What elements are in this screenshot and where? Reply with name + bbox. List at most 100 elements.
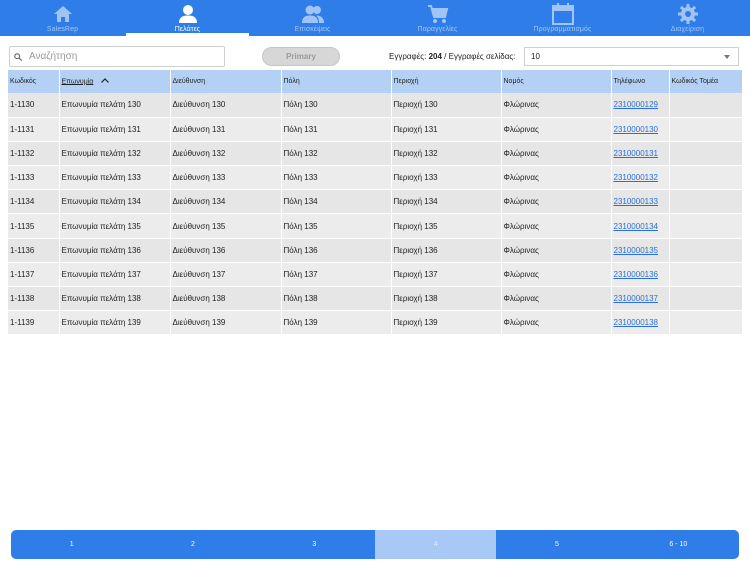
cell-code: 1-1135 bbox=[8, 213, 60, 239]
top-nav-bar: SalesRep Πελάτες Επισκέψεις Παραγγελίες … bbox=[0, 0, 750, 36]
table-row[interactable]: 1-1138 Επωνυμία πελάτη 138 Διεύθυνση 138… bbox=[8, 286, 742, 311]
cell-address: Διεύθυνση 134 bbox=[170, 189, 282, 214]
cell-name: Επωνυμία πελάτη 139 bbox=[59, 310, 171, 335]
home-icon bbox=[52, 3, 74, 25]
records-per-page-value: 10 bbox=[531, 52, 540, 61]
gear-icon bbox=[677, 3, 699, 25]
table-row[interactable]: 1-1135 Επωνυμία πελάτη 135 Διεύθυνση 135… bbox=[8, 213, 742, 239]
phone-link[interactable]: 2310000129 bbox=[614, 100, 659, 109]
column-header-label: Επωνυμία bbox=[61, 78, 94, 86]
table-row[interactable]: 1-1136 Επωνυμία πελάτη 136 Διεύθυνση 136… bbox=[8, 238, 742, 263]
cell-city: Πόλη 136 bbox=[281, 238, 392, 263]
toolbar: Primary Εγγραφές: 204 / Εγγραφές σελίδας… bbox=[0, 44, 750, 70]
cell-sector-code bbox=[669, 238, 742, 263]
cell-phone: 2310000130 bbox=[611, 117, 670, 142]
column-header-city[interactable]: Πόλη bbox=[281, 70, 392, 93]
column-header-label: Τηλέφωνο bbox=[613, 78, 646, 85]
phone-link[interactable]: 2310000138 bbox=[614, 318, 659, 327]
cell-code: 1-1138 bbox=[8, 286, 60, 311]
cell-phone: 2310000132 bbox=[611, 165, 670, 190]
table-row[interactable]: 1-1130 Επωνυμία πελάτη 130 Διεύθυνση 130… bbox=[8, 93, 742, 118]
search-box[interactable] bbox=[9, 46, 225, 67]
cell-area: Περιοχή 135 bbox=[391, 213, 502, 239]
phone-link[interactable]: 2310000136 bbox=[614, 270, 659, 279]
primary-button[interactable]: Primary bbox=[262, 47, 340, 66]
cell-name: Επωνυμία πελάτη 137 bbox=[59, 262, 171, 287]
nav-label: Προγραμματισμός bbox=[533, 26, 592, 33]
cell-sector-code bbox=[669, 310, 742, 335]
cell-sector-code bbox=[669, 262, 742, 287]
cell-sector-code bbox=[669, 141, 742, 166]
cell-prefecture: Φλώρινας bbox=[501, 262, 612, 287]
cell-name: Επωνυμία πελάτη 130 bbox=[59, 93, 171, 118]
cell-address: Διεύθυνση 138 bbox=[170, 286, 282, 311]
page-button-1[interactable]: 1 bbox=[11, 530, 132, 559]
nav-item-orders[interactable]: Παραγγελίες bbox=[375, 0, 500, 36]
records-label: Εγγραφές: bbox=[389, 52, 427, 61]
table-row[interactable]: 1-1132 Επωνυμία πελάτη 132 Διεύθυνση 132… bbox=[8, 141, 742, 166]
cell-sector-code bbox=[669, 189, 742, 214]
column-header-name[interactable]: Επωνυμία bbox=[59, 70, 171, 93]
records-summary: Εγγραφές: 204 / Εγγραφές σελίδας: bbox=[389, 52, 515, 61]
column-header-phone[interactable]: Τηλέφωνο bbox=[611, 70, 670, 93]
cell-phone: 2310000138 bbox=[611, 310, 670, 335]
page-button-4-current[interactable]: 4 bbox=[374, 530, 497, 559]
cell-name: Επωνυμία πελάτη 136 bbox=[59, 238, 171, 263]
page-button-2[interactable]: 2 bbox=[132, 530, 253, 559]
column-header-code[interactable]: Κωδικός bbox=[8, 70, 60, 93]
pagination-bar: 1 2 3 4 5 6 - 10 bbox=[11, 530, 739, 559]
search-input[interactable] bbox=[29, 48, 219, 65]
phone-link[interactable]: 2310000131 bbox=[614, 149, 659, 158]
cell-prefecture: Φλώρινας bbox=[501, 238, 612, 263]
chevron-down-icon bbox=[724, 55, 730, 59]
cell-address: Διεύθυνση 135 bbox=[170, 213, 282, 239]
nav-item-salesrep[interactable]: SalesRep bbox=[0, 0, 125, 36]
column-header-area[interactable]: Περιοχή bbox=[391, 70, 502, 93]
page-button-5[interactable]: 5 bbox=[496, 530, 617, 559]
records-per-page-select[interactable]: 10 bbox=[524, 47, 739, 66]
cell-phone: 2310000131 bbox=[611, 141, 670, 166]
cell-area: Περιοχή 139 bbox=[391, 310, 502, 335]
cell-city: Πόλη 139 bbox=[281, 310, 392, 335]
table-header-row: Κωδικός Επωνυμία Διεύθυνση Πόλη Περιοχή … bbox=[8, 70, 742, 93]
cell-city: Πόλη 135 bbox=[281, 213, 392, 239]
nav-item-visits[interactable]: Επισκέψεις bbox=[250, 0, 375, 36]
cell-area: Περιοχή 137 bbox=[391, 262, 502, 287]
nav-item-management[interactable]: Διαχείριση bbox=[625, 0, 750, 36]
page-button-3[interactable]: 3 bbox=[254, 530, 375, 559]
cell-city: Πόλη 138 bbox=[281, 286, 392, 311]
nav-label: SalesRep bbox=[46, 26, 79, 33]
phone-link[interactable]: 2310000137 bbox=[614, 294, 659, 303]
sort-ascending-icon bbox=[101, 77, 110, 85]
column-header-address[interactable]: Διεύθυνση bbox=[170, 70, 282, 93]
per-page-label: / Εγγραφές σελίδας: bbox=[444, 52, 516, 61]
table-row[interactable]: 1-1137 Επωνυμία πελάτη 137 Διεύθυνση 137… bbox=[8, 262, 742, 287]
phone-link[interactable]: 2310000130 bbox=[614, 125, 659, 134]
table-row[interactable]: 1-1139 Επωνυμία πελάτη 139 Διεύθυνση 139… bbox=[8, 310, 742, 335]
phone-link[interactable]: 2310000135 bbox=[614, 246, 659, 255]
phone-link[interactable]: 2310000134 bbox=[614, 222, 659, 231]
person-icon bbox=[177, 3, 199, 25]
people-icon bbox=[301, 3, 324, 25]
column-header-sector-code[interactable]: Κωδικός Τομέα bbox=[669, 70, 742, 93]
cell-prefecture: Φλώρινας bbox=[501, 141, 612, 166]
cell-phone: 2310000135 bbox=[611, 238, 670, 263]
cell-name: Επωνυμία πελάτη 133 bbox=[59, 165, 171, 190]
nav-item-customers[interactable]: Πελάτες bbox=[125, 0, 250, 36]
cell-sector-code bbox=[669, 93, 742, 118]
page-button-6-10[interactable]: 6 - 10 bbox=[618, 530, 739, 559]
nav-item-scheduling[interactable]: Προγραμματισμός bbox=[500, 0, 625, 36]
column-header-prefecture[interactable]: Νομός bbox=[501, 70, 612, 93]
column-header-label: Περιοχή bbox=[393, 78, 419, 85]
cell-prefecture: Φλώρινας bbox=[501, 117, 612, 142]
cell-address: Διεύθυνση 136 bbox=[170, 238, 282, 263]
table-row[interactable]: 1-1133 Επωνυμία πελάτη 133 Διεύθυνση 133… bbox=[8, 165, 742, 190]
table-row[interactable]: 1-1134 Επωνυμία πελάτη 134 Διεύθυνση 134… bbox=[8, 189, 742, 214]
cell-address: Διεύθυνση 132 bbox=[170, 141, 282, 166]
cell-code: 1-1131 bbox=[8, 117, 60, 142]
phone-link[interactable]: 2310000132 bbox=[614, 173, 659, 182]
cell-code: 1-1134 bbox=[8, 189, 60, 214]
table-row[interactable]: 1-1131 Επωνυμία πελάτη 131 Διεύθυνση 131… bbox=[8, 117, 742, 142]
phone-link[interactable]: 2310000133 bbox=[614, 197, 659, 206]
cell-prefecture: Φλώρινας bbox=[501, 213, 612, 239]
